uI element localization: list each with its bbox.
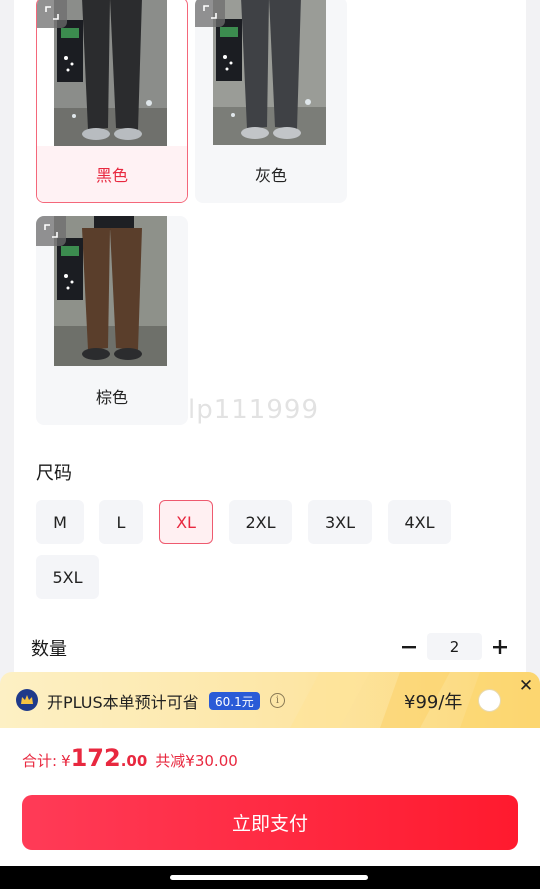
product-photo-gray — [213, 0, 326, 145]
watermark: lp111999 — [188, 395, 319, 425]
total-integer: 172 — [70, 744, 121, 772]
plus-savings-badge: 60.1元 — [209, 692, 260, 710]
total-discount: 共减¥30.00 — [155, 752, 238, 770]
product-photo-brown — [54, 216, 167, 366]
color-option-gray[interactable]: 灰色 — [195, 0, 347, 203]
color-option-brown[interactable]: 棕色 — [36, 216, 188, 425]
expand-icon[interactable] — [195, 0, 225, 27]
crown-icon — [16, 689, 38, 711]
plus-membership-banner[interactable]: 开PLUS本单预计可省 60.1元 i ¥99/年 — [0, 672, 540, 728]
size-option-xl[interactable]: XL — [159, 500, 213, 544]
system-nav-bar — [0, 866, 540, 889]
size-option-5xl[interactable]: 5XL — [36, 555, 99, 599]
size-option-3xl[interactable]: 3XL — [308, 500, 372, 544]
size-option-l[interactable]: L — [99, 500, 143, 544]
size-option-4xl[interactable]: 4XL — [388, 500, 451, 544]
color-label: 灰色 — [254, 166, 287, 185]
total-label: 合计: — [22, 752, 58, 770]
expand-icon[interactable] — [36, 216, 66, 246]
pay-now-button[interactable]: 立即支付 — [22, 795, 518, 850]
size-option-2xl[interactable]: 2XL — [229, 500, 292, 544]
size-section-title: 尺码 — [36, 463, 72, 484]
color-option-black[interactable]: 黑色 — [36, 0, 188, 203]
size-option-m[interactable]: M — [36, 500, 84, 544]
plus-icon[interactable] — [488, 635, 512, 659]
color-label: 棕色 — [95, 387, 128, 407]
order-total: 合计: ¥ 172 .00 共减¥30.00 — [22, 744, 238, 772]
quantity-section-title: 数量 — [31, 639, 67, 660]
product-photo-black — [54, 0, 167, 146]
close-icon[interactable]: ✕ — [516, 676, 536, 696]
quantity-input[interactable]: 2 — [427, 633, 482, 660]
plus-select-radio[interactable] — [478, 689, 501, 712]
total-currency: ¥ — [61, 752, 71, 770]
plus-price: ¥99/年 — [404, 692, 463, 713]
total-decimal: .00 — [120, 752, 148, 770]
info-icon[interactable]: i — [270, 693, 285, 708]
color-label: 黑色 — [37, 146, 187, 202]
plus-savings-text: 开PLUS本单预计可省 — [47, 693, 199, 712]
home-indicator[interactable] — [170, 875, 368, 880]
expand-icon[interactable] — [37, 0, 67, 28]
minus-icon[interactable] — [397, 635, 421, 659]
